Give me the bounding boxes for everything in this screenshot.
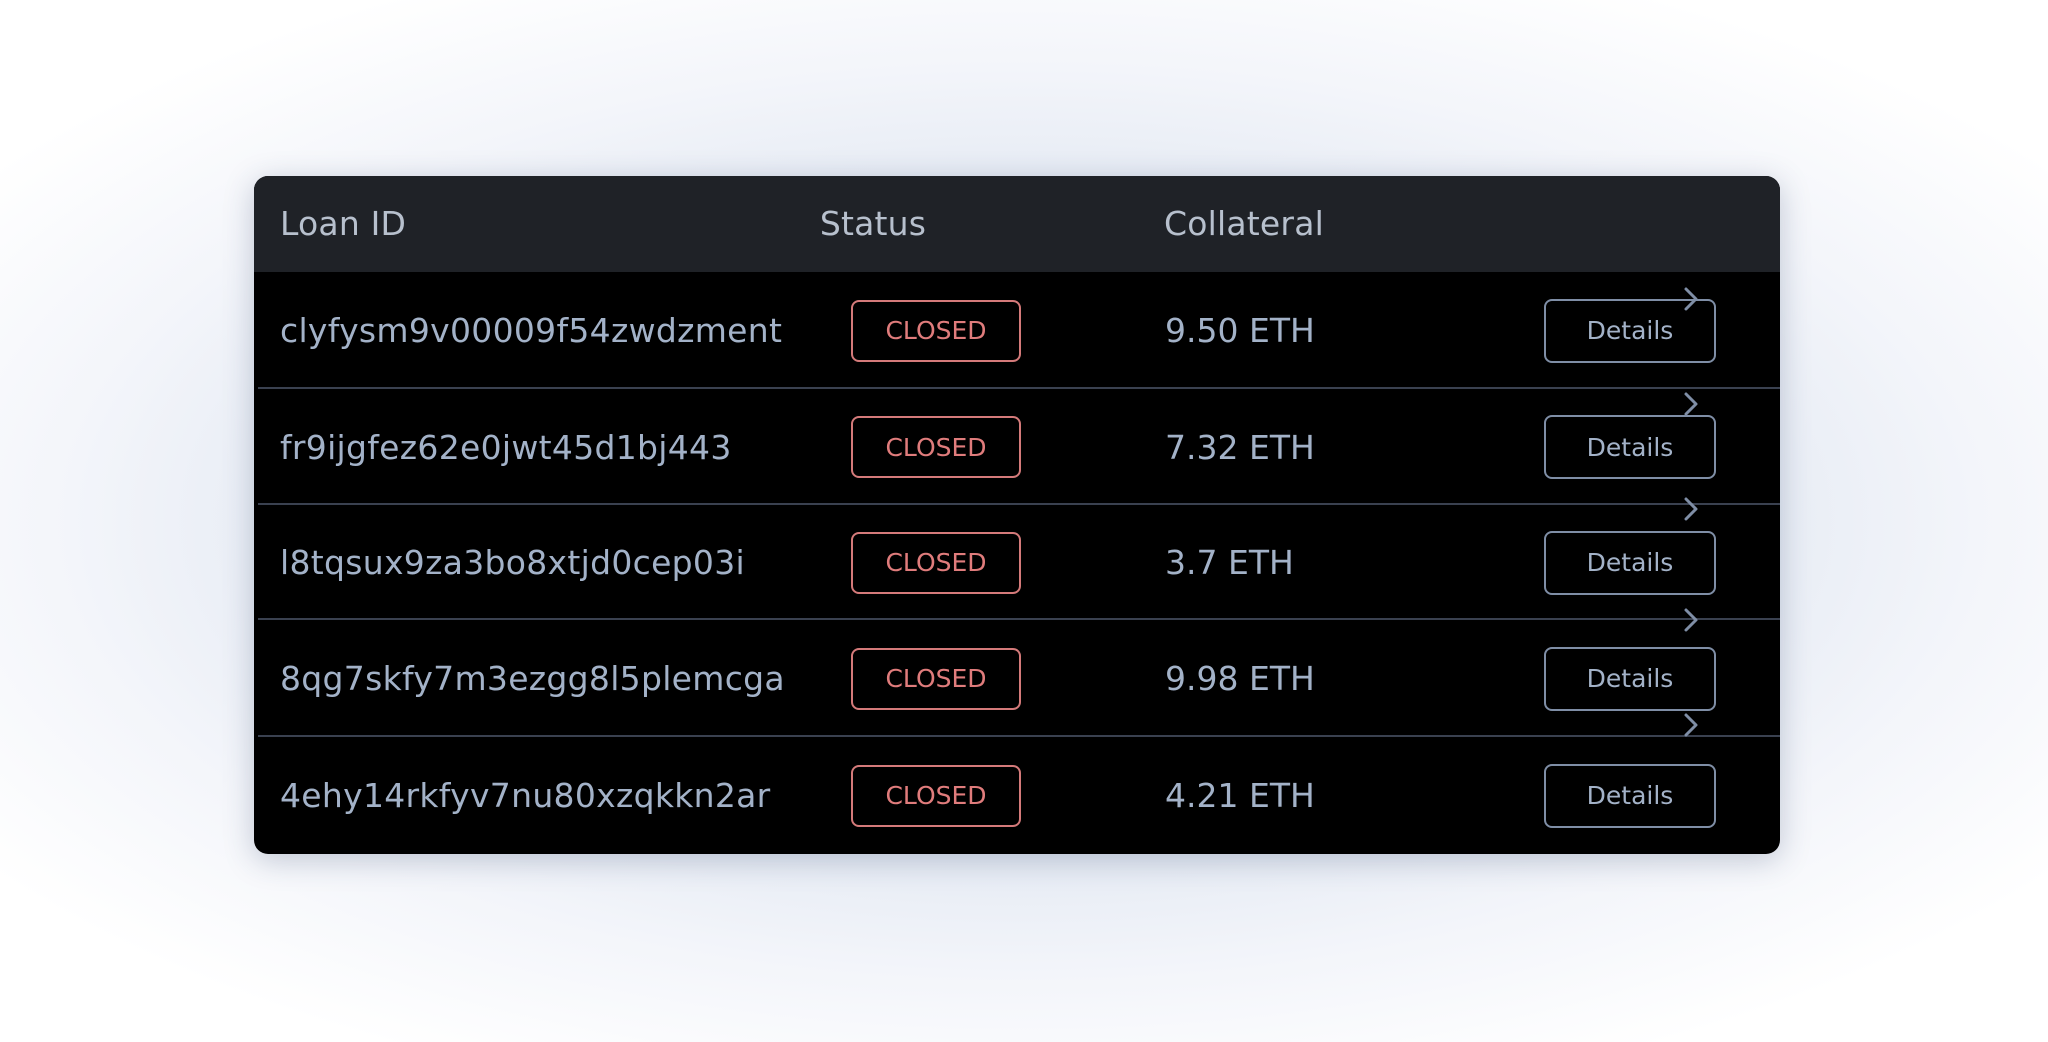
table-row: clyfysm9v00009f54zwdzment CLOSED 9.50 ET…	[254, 272, 1780, 389]
details-button[interactable]: Details	[1544, 415, 1716, 479]
chevron-right-icon	[1680, 712, 1702, 738]
status-badge: CLOSED	[851, 531, 1021, 594]
status-badge: CLOSED	[851, 416, 1021, 478]
loans-table: Loan ID Status Collateral clyfysm9v00009…	[254, 176, 1780, 854]
collateral-cell: 9.98 ETH	[1165, 659, 1315, 698]
collateral-cell: 3.7 ETH	[1165, 543, 1294, 582]
loan-id-cell: 4ehy14rkfyv7nu80xzqkkn2ar	[280, 776, 771, 815]
chevron-right-icon	[1680, 496, 1702, 522]
status-badge: CLOSED	[851, 647, 1021, 710]
loan-id-cell: l8tqsux9za3bo8xtjd0cep03i	[280, 543, 745, 582]
loan-id-cell: fr9ijgfez62e0jwt45d1bj443	[280, 427, 732, 467]
loan-id-cell: 8qg7skfy7m3ezgg8l5plemcga	[280, 659, 785, 698]
details-button[interactable]: Details	[1544, 763, 1716, 828]
collateral-cell: 9.50 ETH	[1165, 311, 1315, 350]
table-row: fr9ijgfez62e0jwt45d1bj443 CLOSED 7.32 ET…	[254, 389, 1780, 505]
loan-id-cell: clyfysm9v00009f54zwdzment	[280, 311, 783, 350]
details-button[interactable]: Details	[1544, 298, 1716, 363]
status-badge: CLOSED	[851, 764, 1021, 827]
details-button[interactable]: Details	[1544, 530, 1716, 595]
status-badge: CLOSED	[851, 299, 1021, 362]
chevron-right-icon	[1680, 391, 1702, 417]
header-loan-id: Loan ID	[280, 204, 407, 243]
header-collateral: Collateral	[1164, 204, 1324, 243]
collateral-cell: 7.32 ETH	[1165, 427, 1315, 467]
details-button[interactable]: Details	[1544, 646, 1716, 711]
collateral-cell: 4.21 ETH	[1165, 776, 1315, 815]
table-row: 4ehy14rkfyv7nu80xzqkkn2ar CLOSED 4.21 ET…	[254, 713, 1780, 854]
table-header: Loan ID Status Collateral	[254, 176, 1780, 272]
header-status: Status	[819, 204, 927, 243]
chevron-right-icon	[1680, 607, 1702, 633]
table-row: l8tqsux9za3bo8xtjd0cep03i CLOSED 3.7 ETH…	[254, 497, 1780, 620]
table-row: 8qg7skfy7m3ezgg8l5plemcga CLOSED 9.98 ET…	[254, 608, 1780, 737]
